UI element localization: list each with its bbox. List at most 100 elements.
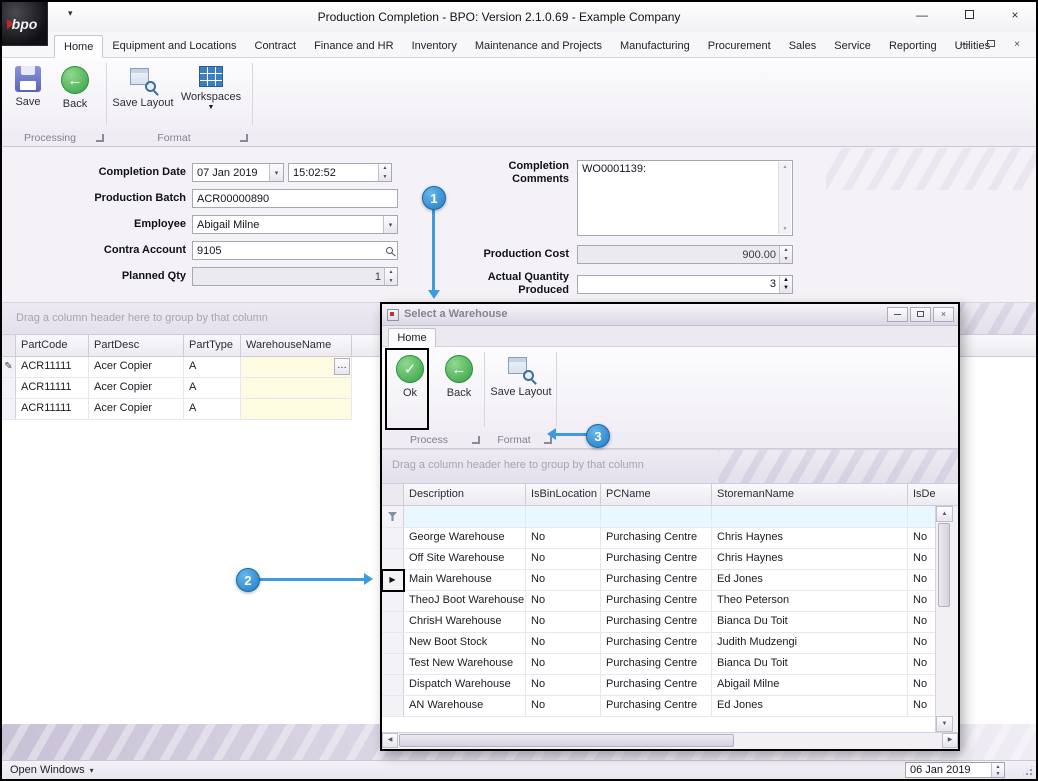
completion-date-dropdown-icon[interactable]: ▾: [269, 164, 283, 181]
back-button[interactable]: ← Back: [54, 61, 96, 127]
spin-down-icon[interactable]: ▼: [992, 770, 1004, 777]
contra-account-search-icon[interactable]: [382, 242, 397, 259]
dialog-column-description[interactable]: Description: [404, 484, 526, 505]
tab-maintenance-and-projects[interactable]: Maintenance and Projects: [466, 35, 611, 57]
production-batch-input[interactable]: ACR00000890: [192, 189, 398, 208]
dialog-grid-row[interactable]: ChrisH Warehouse No Purchasing Centre Bi…: [382, 612, 935, 633]
status-date-spinner[interactable]: ▲▼: [991, 763, 1004, 777]
dialog-title-bar[interactable]: Select a Warehouse ×: [382, 304, 958, 326]
filter-cell-storemanname[interactable]: [712, 506, 908, 528]
dialog-vertical-scrollbar[interactable]: ▲ ▼: [935, 506, 952, 732]
maximize-button[interactable]: [954, 7, 984, 26]
spin-up-icon[interactable]: ▲: [379, 164, 391, 173]
completion-date-input[interactable]: 07 Jan 2019 ▾: [192, 163, 284, 182]
cell-warehousename[interactable]: [241, 399, 352, 420]
dialog-grid-row[interactable]: TheoJ Boot Warehouse No Purchasing Centr…: [382, 591, 935, 612]
mdi-close-button[interactable]: ×: [1006, 38, 1028, 54]
tab-contract[interactable]: Contract: [246, 35, 306, 57]
dialog-column-pcname[interactable]: PCName: [601, 484, 712, 505]
tab-finance-and-hr[interactable]: Finance and HR: [305, 35, 403, 57]
cell-parttype: A: [184, 357, 241, 378]
scroll-right-button[interactable]: ▶: [942, 733, 958, 748]
actual-quantity-input[interactable]: 3 ▲▼: [577, 275, 793, 294]
comments-scrollbar[interactable]: ▲▼: [778, 162, 791, 234]
spin-up-icon[interactable]: ▲: [992, 763, 1004, 770]
dialog-grid-row[interactable]: Test New Warehouse No Purchasing Centre …: [382, 654, 935, 675]
tab-inventory[interactable]: Inventory: [403, 35, 466, 57]
contra-account-input[interactable]: 9105: [192, 241, 398, 260]
dialog-grid-row[interactable]: New Boot Stock No Purchasing Centre Judi…: [382, 633, 935, 654]
cell-warehousename[interactable]: …: [241, 357, 352, 378]
dialog-grid-row-selected[interactable]: ▶ Main Warehouse No Purchasing Centre Ed…: [382, 570, 935, 591]
dialog-column-isbinlocation[interactable]: IsBinLocation: [526, 484, 601, 505]
dialog-minimize-button[interactable]: [887, 307, 908, 322]
resize-grip[interactable]: [1021, 764, 1034, 777]
dialog-grid-row[interactable]: AN Warehouse No Purchasing Centre Ed Jon…: [382, 696, 935, 717]
dialog-maximize-button[interactable]: [910, 307, 931, 322]
save-button[interactable]: Save: [8, 61, 48, 127]
dialog-tab-home[interactable]: Home: [388, 328, 436, 347]
main-grid-column-partdesc[interactable]: PartDesc: [89, 335, 184, 356]
quick-access-dropdown-icon[interactable]: ▾: [68, 8, 73, 19]
cell-storemanname: Chris Haynes: [712, 528, 908, 549]
cell-warehousename[interactable]: [241, 378, 352, 399]
scroll-down-icon[interactable]: ▼: [779, 226, 791, 232]
filter-cell-pcname[interactable]: [601, 506, 712, 528]
dialog-grid: Description IsBinLocation PCName Storema…: [382, 484, 935, 732]
dialog-close-button[interactable]: ×: [933, 307, 954, 322]
completion-comments-input[interactable]: WO0001139: ▲▼: [577, 160, 793, 236]
tab-manufacturing[interactable]: Manufacturing: [611, 35, 699, 57]
workspaces-button[interactable]: Workspaces ▼: [178, 61, 244, 127]
dialog-back-button[interactable]: ← Back: [438, 350, 480, 416]
mdi-minimize-button[interactable]: —: [954, 38, 976, 54]
completion-time-input[interactable]: 15:02:52 ▲▼: [288, 163, 392, 182]
mdi-restore-button[interactable]: [980, 38, 1002, 54]
open-windows-button[interactable]: Open Windows ▾: [10, 764, 94, 776]
save-layout-button[interactable]: Save Layout: [112, 61, 174, 127]
app-logo[interactable]: bpo: [2, 2, 48, 46]
warehouse-lookup-button[interactable]: …: [334, 358, 350, 375]
minimize-button[interactable]: —: [907, 7, 937, 26]
dialog-column-storemanname[interactable]: StoremanName: [712, 484, 908, 505]
spin-down-icon[interactable]: ▼: [379, 173, 391, 182]
tab-equipment-and-locations[interactable]: Equipment and Locations: [103, 35, 245, 57]
process-group-expand-icon[interactable]: [472, 436, 480, 444]
tab-service[interactable]: Service: [825, 35, 880, 57]
cell-isdefault: No: [908, 675, 935, 696]
dialog-grid-row[interactable]: George Warehouse No Purchasing Centre Ch…: [382, 528, 935, 549]
main-grid-column-parttype[interactable]: PartType: [184, 335, 241, 356]
dialog-column-isdefault[interactable]: IsDefau: [908, 484, 935, 505]
title-bar[interactable]: ▾ Production Completion - BPO: Version 2…: [2, 2, 1036, 32]
processing-group-expand-icon[interactable]: [96, 134, 104, 142]
main-grid-column-warehousename[interactable]: WarehouseName: [241, 335, 352, 356]
filter-cell-isdefault[interactable]: [908, 506, 935, 528]
horizontal-scroll-thumb[interactable]: [399, 734, 734, 747]
scroll-up-button[interactable]: ▲: [936, 506, 953, 522]
vertical-scroll-thumb[interactable]: [938, 523, 950, 607]
dialog-horizontal-scrollbar[interactable]: ◀ ▶: [382, 732, 958, 748]
completion-time-spinner[interactable]: ▲▼: [378, 164, 391, 181]
dialog-groupby-panel[interactable]: Drag a column header here to group by th…: [382, 449, 958, 484]
scroll-left-button[interactable]: ◀: [382, 733, 398, 748]
filter-cell-description[interactable]: [404, 506, 526, 528]
tab-reporting[interactable]: Reporting: [880, 35, 946, 57]
actual-quantity-spinner[interactable]: ▲▼: [779, 276, 792, 293]
dialog-grid-row[interactable]: Off Site Warehouse No Purchasing Centre …: [382, 549, 935, 570]
employee-dropdown-icon[interactable]: ▾: [383, 216, 397, 233]
main-grid-column-partcode[interactable]: PartCode: [16, 335, 89, 356]
tab-procurement[interactable]: Procurement: [699, 35, 780, 57]
scroll-down-button[interactable]: ▼: [936, 716, 953, 732]
tab-sales[interactable]: Sales: [780, 35, 826, 57]
scroll-up-icon[interactable]: ▲: [779, 164, 791, 170]
employee-input[interactable]: Abigail Milne ▾: [192, 215, 398, 234]
filter-cell-isbinlocation[interactable]: [526, 506, 601, 528]
dialog-grid-row[interactable]: Dispatch Warehouse No Purchasing Centre …: [382, 675, 935, 696]
spin-up-icon[interactable]: ▲: [780, 276, 792, 285]
status-date-input[interactable]: 06 Jan 2019 ▲▼: [905, 762, 1005, 778]
format-group-expand-icon[interactable]: [240, 134, 248, 142]
dialog-save-layout-button[interactable]: Save Layout: [490, 350, 552, 416]
close-button[interactable]: ×: [1000, 7, 1030, 26]
tab-home[interactable]: Home: [54, 35, 103, 58]
dialog-filter-row[interactable]: [382, 506, 935, 528]
spin-down-icon[interactable]: ▼: [780, 284, 792, 293]
